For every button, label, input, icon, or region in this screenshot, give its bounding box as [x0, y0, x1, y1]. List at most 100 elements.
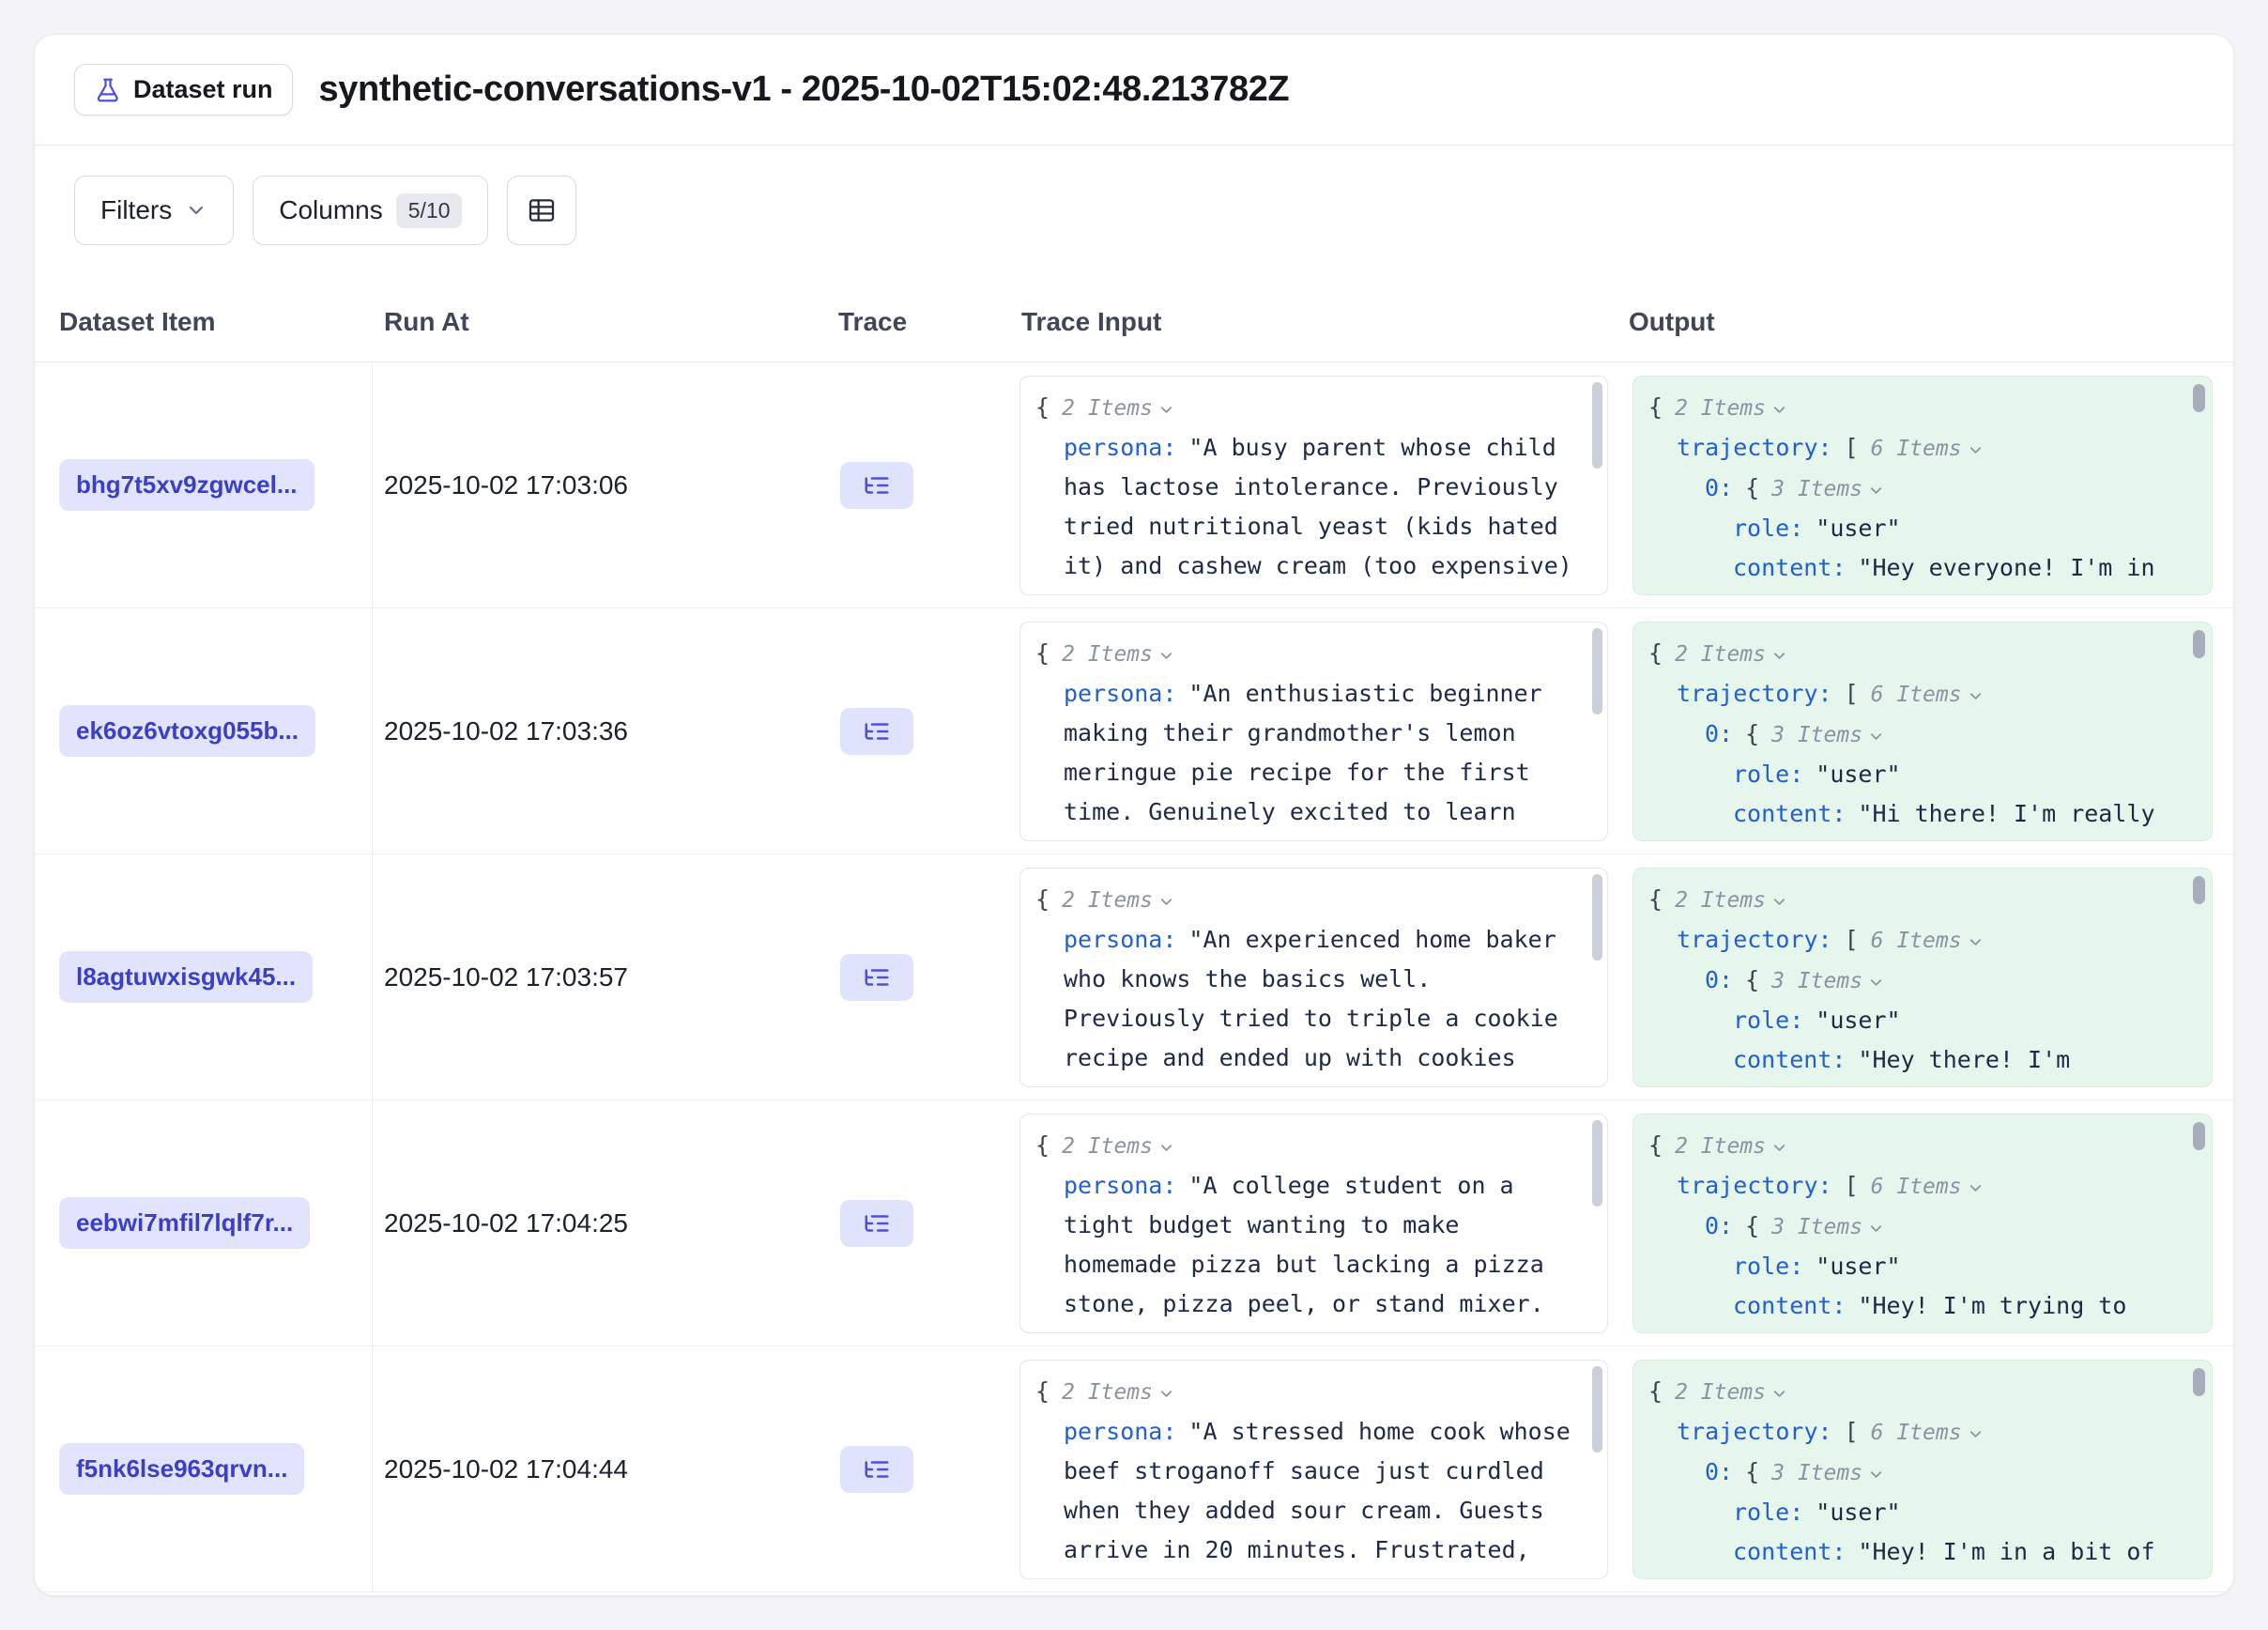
persona-key: persona:	[1064, 1172, 1176, 1199]
open-brace: {	[1745, 1212, 1759, 1239]
row-height-button[interactable]	[507, 176, 576, 245]
items-collapse-toggle[interactable]: 3 Items	[1771, 1461, 1885, 1485]
trace-button[interactable]	[840, 462, 913, 509]
persona-field: persona:"An experienced home baker who k…	[1035, 920, 1573, 1087]
table-row: ek6oz6vtoxg055b... 2025-10-02 17:03:36 {…	[35, 608, 2233, 854]
trace-button[interactable]	[840, 708, 913, 755]
scrollbar-thumb[interactable]	[2193, 384, 2205, 412]
run-at-value: 2025-10-02 17:03:57	[384, 962, 628, 992]
items-count-label: 2 Items	[1062, 1134, 1153, 1159]
items-collapse-toggle[interactable]: 6 Items	[1871, 929, 1984, 953]
trace-tree-icon	[863, 963, 891, 992]
dataset-item-link[interactable]: eebwi7mfil7lqlf7r...	[59, 1197, 310, 1249]
dataset-item-link[interactable]: bhg7t5xv9zgwcel...	[59, 459, 314, 511]
trace-input-json-viewer: {2 Items persona:"A college student on a…	[1019, 1114, 1608, 1333]
run-at-cell: 2025-10-02 17:03:57	[373, 962, 827, 992]
trace-input-json-viewer: {2 Items persona:"A stressed home cook w…	[1019, 1360, 1608, 1579]
json-root-line: {2 Items	[1035, 634, 1573, 674]
index-key: 0:	[1705, 1458, 1733, 1485]
dataset-item-cell: ek6oz6vtoxg055b...	[35, 608, 373, 853]
items-collapse-toggle[interactable]: 6 Items	[1871, 1421, 1984, 1445]
json-root-line: {2 Items	[1035, 1372, 1573, 1412]
trajectory-key: trajectory:	[1677, 1172, 1832, 1199]
run-at-cell: 2025-10-02 17:03:06	[373, 470, 827, 500]
json-root-line: {2 Items	[1035, 880, 1573, 920]
json-root-line: {2 Items	[1648, 388, 2178, 428]
scrollbar-thumb[interactable]	[1592, 382, 1602, 469]
role-key: role:	[1733, 1499, 1803, 1526]
table-row: eebwi7mfil7lqlf7r... 2025-10-02 17:04:25…	[35, 1100, 2233, 1346]
items-collapse-toggle[interactable]: 2 Items	[1675, 642, 1788, 667]
scrollbar-thumb[interactable]	[1592, 1366, 1602, 1453]
output-json-viewer: {2 Items trajectory:[6 Items 0:{3 Items …	[1632, 1360, 2213, 1579]
items-collapse-toggle[interactable]: 6 Items	[1871, 437, 1984, 461]
trace-button[interactable]	[840, 954, 913, 1001]
items-collapse-toggle[interactable]: 2 Items	[1675, 1134, 1788, 1159]
items-collapse-toggle[interactable]: 2 Items	[1675, 396, 1788, 421]
scrollbar-thumb[interactable]	[2193, 1122, 2205, 1150]
items-collapse-toggle[interactable]: 2 Items	[1675, 888, 1788, 913]
persona-field: persona:"A busy parent whose child has l…	[1035, 428, 1573, 586]
index-key: 0:	[1705, 966, 1733, 993]
scrollbar-thumb[interactable]	[1592, 874, 1602, 961]
card-header: Dataset run synthetic-conversations-v1 -…	[35, 35, 2233, 146]
items-count-label: 2 Items	[1675, 888, 1766, 913]
items-collapse-toggle[interactable]: 2 Items	[1675, 1380, 1788, 1405]
trace-button[interactable]	[840, 1446, 913, 1493]
output-cell: {2 Items trajectory:[6 Items 0:{3 Items …	[1617, 376, 2233, 595]
items-count-label: 3 Items	[1771, 1215, 1862, 1239]
trajectory-field: trajectory:[6 Items	[1648, 1166, 2178, 1207]
items-collapse-toggle[interactable]: 2 Items	[1062, 1380, 1175, 1405]
items-count-label: 3 Items	[1771, 1461, 1862, 1485]
scrollbar-thumb[interactable]	[2193, 630, 2205, 658]
dataset-item-link[interactable]: f5nk6lse963qrvn...	[59, 1443, 304, 1495]
content-field: content:"Hi there! I'm really excited be…	[1648, 794, 2178, 841]
open-brace: {	[1035, 639, 1050, 667]
items-collapse-toggle[interactable]: 3 Items	[1771, 477, 1885, 501]
dataset-run-badge-label: Dataset run	[133, 75, 273, 104]
toolbar: Filters Columns 5/10	[35, 146, 2233, 282]
json-root-line: {2 Items	[1035, 388, 1573, 428]
run-at-cell: 2025-10-02 17:03:36	[373, 716, 827, 746]
trace-input-cell: {2 Items persona:"A stressed home cook w…	[1010, 1360, 1617, 1579]
chevron-down-icon	[1867, 482, 1885, 500]
dataset-item-cell: eebwi7mfil7lqlf7r...	[35, 1100, 373, 1346]
columns-count-badge: 5/10	[396, 193, 463, 228]
items-collapse-toggle[interactable]: 3 Items	[1771, 1215, 1885, 1239]
items-collapse-toggle[interactable]: 3 Items	[1771, 723, 1885, 747]
items-count-label: 6 Items	[1871, 437, 1962, 461]
dataset-item-link[interactable]: l8agtuwxisgwk45...	[59, 951, 313, 1003]
persona-key: persona:	[1064, 680, 1176, 707]
items-collapse-toggle[interactable]: 6 Items	[1871, 683, 1984, 707]
trajectory-item-0: 0:{3 Items	[1648, 1453, 2178, 1493]
items-collapse-toggle[interactable]: 2 Items	[1062, 1134, 1175, 1159]
trace-tree-icon	[863, 717, 891, 746]
scrollbar-thumb[interactable]	[1592, 628, 1602, 715]
role-field: role:"user"	[1648, 1247, 2178, 1286]
items-collapse-toggle[interactable]: 2 Items	[1062, 396, 1175, 421]
scrollbar-thumb[interactable]	[2193, 876, 2205, 904]
persona-key: persona:	[1064, 926, 1176, 953]
open-brace: {	[1648, 885, 1663, 913]
open-brace: {	[1745, 966, 1759, 993]
dataset-item-link[interactable]: ek6oz6vtoxg055b...	[59, 705, 315, 757]
output-cell: {2 Items trajectory:[6 Items 0:{3 Items …	[1617, 622, 2233, 841]
trajectory-key: trajectory:	[1677, 926, 1832, 953]
filters-button[interactable]: Filters	[74, 176, 234, 245]
column-header-run-at: Run At	[373, 307, 827, 337]
columns-button[interactable]: Columns 5/10	[253, 176, 488, 245]
items-collapse-toggle[interactable]: 2 Items	[1062, 642, 1175, 667]
scrollbar-thumb[interactable]	[2193, 1368, 2205, 1396]
scrollbar-thumb[interactable]	[1592, 1120, 1602, 1207]
items-count-label: 2 Items	[1675, 396, 1766, 421]
items-collapse-toggle[interactable]: 2 Items	[1062, 888, 1175, 913]
open-brace: {	[1035, 1377, 1050, 1405]
items-collapse-toggle[interactable]: 6 Items	[1871, 1175, 1984, 1199]
chevron-down-icon	[1867, 974, 1885, 992]
chevron-down-icon	[1967, 441, 1984, 459]
items-collapse-toggle[interactable]: 3 Items	[1771, 969, 1885, 993]
trace-button[interactable]	[840, 1200, 913, 1247]
chevron-down-icon	[1867, 728, 1885, 746]
trace-tree-icon	[863, 471, 891, 500]
chevron-down-icon	[1770, 647, 1788, 665]
